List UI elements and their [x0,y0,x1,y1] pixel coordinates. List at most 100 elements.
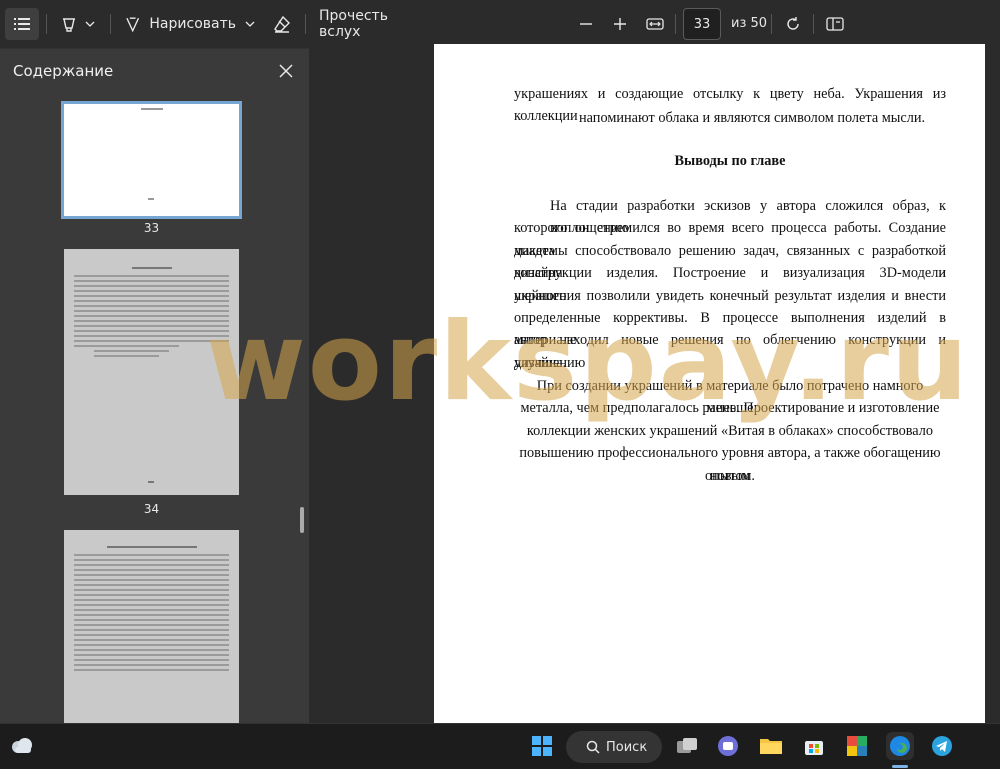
thumbnail-page-number: 34 [143,502,160,516]
taskbar-search[interactable]: Поиск [566,731,662,763]
toolbar: Нарисовать Прочесть вслух 33 из 50 [0,0,1000,48]
erase-button[interactable] [268,8,296,40]
thumbnail-page-number: 33 [143,221,160,235]
thumb-text-line [74,280,229,282]
thumb-text-line [74,604,229,606]
page-thumbnail[interactable] [61,101,242,219]
rotate-icon [787,17,799,30]
thumb-text-line [74,559,229,561]
chat-icon [718,736,738,756]
chevron-down-icon [85,21,95,27]
taskbar: Поиск [0,723,1000,769]
draw-button[interactable]: Нарисовать [124,8,236,40]
paragraph-line: металла, чем предполагалось ранее. Проек… [520,400,940,417]
thumb-text-line [74,320,229,322]
thumb-text-line [74,599,229,601]
page-view-icon [826,17,844,31]
task-view-icon [677,738,697,753]
cloud-icon [12,738,32,753]
teams-chat-button[interactable] [714,732,742,760]
sidebar-scrollbar[interactable] [300,507,304,533]
paragraph-line: коллекции женских украшений «Витая в обл… [526,422,934,439]
thumb-text-line [74,629,229,631]
thumb-text-line [74,579,229,581]
active-app-indicator [892,765,908,768]
highlighter-icon [63,18,75,32]
divider [305,14,306,34]
thumb-text-line [74,345,179,347]
thumb-text-line [74,594,229,596]
paragraph-line: дизайна. [514,354,567,371]
thumb-text-line [74,295,229,297]
thumb-text-line [74,614,229,616]
thumb-text-line [74,639,229,641]
paragraph-line: украшения позволили увидеть конечный рез… [514,287,946,304]
start-button[interactable] [528,732,556,760]
store-icon [805,741,823,755]
fit-width-button[interactable] [641,8,669,40]
plus-icon [614,18,626,30]
zoom-in-button[interactable] [606,8,634,40]
thumb-text-line [74,654,229,656]
thumb-heading-mark [140,108,163,110]
document-viewport[interactable]: украшениях и создающие отсылку к цвету н… [206,44,1000,724]
contents-toggle-button[interactable] [5,8,39,40]
zoom-out-button[interactable] [572,8,600,40]
highlight-button[interactable] [54,8,102,40]
thumb-text-line [74,584,229,586]
thumb-page-mark [148,481,154,483]
edge-icon [890,736,910,756]
thumb-heading-mark [106,546,197,548]
list-icon [14,18,30,30]
thumb-text-line [74,554,229,556]
page-thumbnail[interactable] [64,530,239,724]
folder-icon [760,739,782,754]
chevron-down-icon [245,21,255,27]
thumb-page-mark [148,198,154,200]
minus-icon [580,23,592,25]
thumb-text-line [74,330,229,332]
thumb-text-line [74,659,229,661]
thumb-text-line [74,644,229,646]
thumb-text-line [74,634,229,636]
divider [110,14,111,34]
close-icon[interactable] [279,64,293,78]
contents-header: Содержание [0,49,309,93]
page-number-input[interactable]: 33 [683,8,721,40]
paragraph-line: опытом. [705,467,755,484]
paragraph-line: напоминают облака и являются символом по… [579,110,926,126]
task-view-button[interactable] [673,732,701,760]
thumb-text-line [74,669,229,671]
read-aloud-button[interactable]: Прочесть вслух [314,8,424,40]
divider [771,14,772,34]
page-thumbnail[interactable] [64,249,239,495]
thumb-text-line [74,619,229,621]
thumb-text-line [74,275,229,277]
pen-icon [126,17,140,33]
file-explorer-button[interactable] [757,732,785,760]
thumb-text-line [74,305,229,307]
app-button[interactable] [843,732,871,760]
thumb-text-line [74,589,229,591]
draw-options-button[interactable] [240,8,260,40]
telegram-button[interactable] [928,732,956,760]
edge-button[interactable] [886,732,914,760]
weather-widget[interactable] [8,732,36,760]
page-view-button[interactable] [821,8,849,40]
telegram-icon [932,736,952,756]
page-count-label: из 50 [731,16,768,31]
read-aloud-label: Прочесть вслух [319,8,388,40]
thumb-text-line [74,310,229,312]
thumb-text-line [74,564,229,566]
store-button[interactable] [800,732,828,760]
thumb-text-line [74,574,229,576]
rotate-button[interactable] [779,8,807,40]
eraser-icon [274,15,290,33]
thumb-text-line [74,300,229,302]
thumb-text-line [94,355,159,357]
windows-icon [532,736,552,756]
document-page: украшениях и создающие отсылку к цвету н… [434,44,985,724]
thumb-text-line [74,325,229,327]
search-label: Поиск [606,739,648,755]
thumb-text-line [74,624,229,626]
